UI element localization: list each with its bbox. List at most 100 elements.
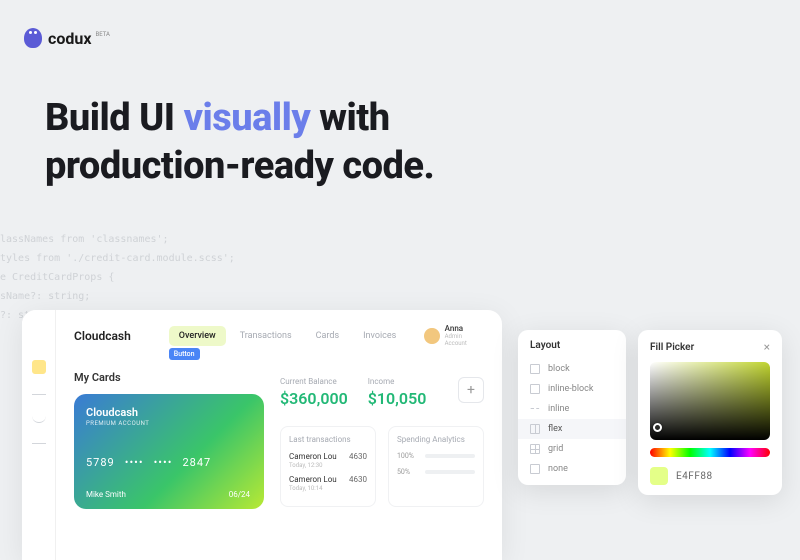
color-swatch [650,467,668,485]
hero-highlight: visually [184,96,311,140]
user-name: Anna [445,324,484,333]
card-num-g2: •••• [125,456,144,469]
layout-option-label: block [548,364,570,374]
transaction-row[interactable]: Cameron Lou Today, 10:14 4630 [289,475,367,492]
tx-name: Cameron Lou [289,452,337,461]
layout-panel-title: Layout [518,340,626,359]
balance-value: $360,000 [280,389,348,408]
layout-option-inline-block[interactable]: inline-block [518,379,626,399]
dashboard-main: Cloudcash Overview Button Transactions C… [56,310,502,560]
bars: 100% 50% [397,452,475,476]
block-icon [530,364,540,374]
bar-row: 100% [397,452,475,460]
card-number: 5789 •••• •••• 2847 [86,456,211,469]
layout-option-inline[interactable]: inline [518,399,626,419]
bar-label: 50% [397,468,419,476]
inline-icon [530,408,540,410]
balance-label: Current Balance [280,377,348,386]
tx-date: Today, 12:30 [289,462,337,469]
tabs: Overview Button Transactions Cards Invoi… [169,326,407,346]
panel-title: Spending Analytics [397,435,475,444]
card-title: Cloudcash [86,406,252,419]
card-holder: Mike Smith [86,490,126,499]
tab-badge: Button [169,348,200,360]
saturation-lightness-picker[interactable] [650,362,770,440]
inline-block-icon [530,384,540,394]
layout-option-block[interactable]: block [518,359,626,379]
transaction-row[interactable]: Cameron Lou Today, 12:30 4630 [289,452,367,469]
logo-beta-badge: BETA [95,31,109,38]
sidebar-item-divider[interactable] [32,394,46,395]
tab-invoices[interactable]: Invoices [353,326,406,346]
topbar: Cloudcash Overview Button Transactions C… [74,324,484,347]
fill-picker-header: Fill Picker × [650,340,770,354]
layout-option-label: grid [548,444,563,454]
tab-overview[interactable]: Overview Button [169,326,226,346]
tx-amount: 4630 [349,475,367,492]
panels-row: Last transactions Cameron Lou Today, 12:… [280,426,484,507]
hex-value[interactable]: E4FF88 [676,471,713,482]
balance-row: Current Balance $360,000 Income $10,050 … [280,377,484,408]
close-icon[interactable]: × [764,340,770,354]
add-button[interactable]: + [458,377,484,403]
transactions-panel: Last transactions Cameron Lou Today, 12:… [280,426,376,507]
tx-date: Today, 10:14 [289,485,337,492]
logo: codux BETA [24,28,110,48]
cards-column: My Cards Cloudcash PREMIUM ACCOUNT 5789 … [74,371,264,509]
balance-col: Current Balance $360,000 [280,377,348,408]
bar [425,470,475,474]
mycards-label: My Cards [74,371,264,384]
sidebar [22,310,56,560]
panel-title: Last transactions [289,435,367,444]
bar-label: 100% [397,452,419,460]
dashboard-content: My Cards Cloudcash PREMIUM ACCOUNT 5789 … [74,371,484,509]
color-cursor[interactable] [653,423,662,432]
card-subtitle: PREMIUM ACCOUNT [86,420,252,427]
tab-label: Overview [179,331,216,341]
flex-icon [530,424,540,434]
avatar [424,328,439,344]
hero-pre: Build UI [45,96,184,140]
card-num-g4: 2847 [182,456,211,469]
income-col: Income $10,050 [368,377,427,408]
hue-slider[interactable] [650,448,770,457]
user-meta: Anna Admin Account [445,324,484,347]
income-value: $10,050 [368,389,427,408]
card-num-g3: •••• [154,456,173,469]
user-menu[interactable]: Anna Admin Account [424,324,484,347]
layout-option-none[interactable]: none [518,459,626,479]
bar-row: 50% [397,468,475,476]
card-num-g1: 5789 [86,456,115,469]
layout-option-grid[interactable]: grid [518,439,626,459]
app-brand: Cloudcash [74,329,131,343]
logo-icon [24,28,42,48]
tab-cards[interactable]: Cards [306,326,349,346]
hero-headline: Build UI visually with production-ready … [45,95,434,190]
income-label: Income [368,377,427,386]
layout-option-label: inline [548,404,569,414]
none-icon [530,464,540,474]
swatch-row: E4FF88 [650,467,770,485]
dashboard-window: Cloudcash Overview Button Transactions C… [22,310,502,560]
card-expiry: 06/24 [229,490,250,499]
fill-picker-title: Fill Picker [650,342,694,353]
tab-transactions[interactable]: Transactions [230,326,302,346]
grid-icon [530,444,540,454]
layout-panel: Layout block inline-block inline flex gr… [518,330,626,485]
analytics-panel: Spending Analytics 100% 50% [388,426,484,507]
sidebar-item-cards[interactable] [32,360,46,374]
user-subtitle: Admin Account [445,333,484,347]
tx-amount: 4630 [349,452,367,469]
credit-card[interactable]: Cloudcash PREMIUM ACCOUNT 5789 •••• ••••… [74,394,264,509]
sidebar-item-analytics[interactable] [32,415,46,423]
tx-name: Cameron Lou [289,475,337,484]
stats-column: Current Balance $360,000 Income $10,050 … [280,371,484,509]
logo-text: codux [48,29,91,48]
layout-option-flex[interactable]: flex [518,419,626,439]
layout-option-label: inline-block [548,384,593,394]
bar [425,454,475,458]
layout-option-label: none [548,464,568,474]
layout-option-label: flex [548,424,562,434]
sidebar-item-more[interactable] [32,443,46,444]
fill-picker-panel: Fill Picker × E4FF88 [638,330,782,495]
